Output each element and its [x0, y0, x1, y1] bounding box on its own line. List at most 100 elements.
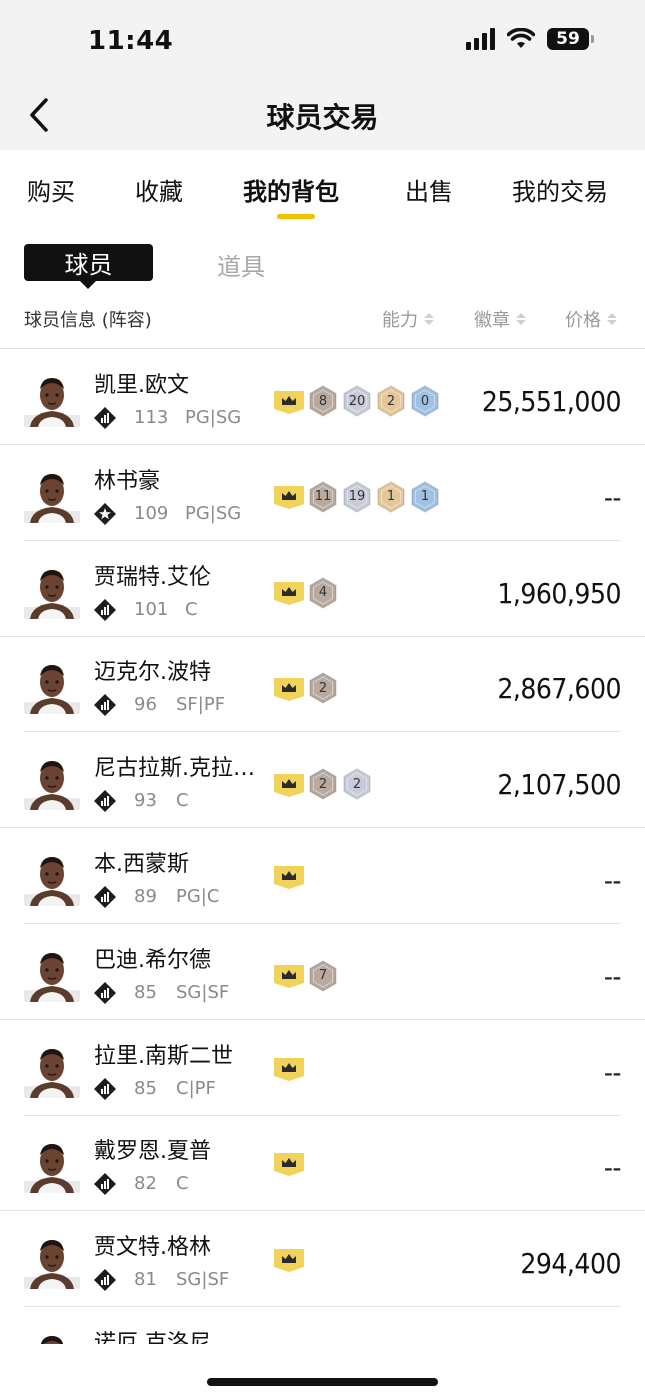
player-price: 2,107,500: [497, 768, 621, 802]
home-indicator[interactable]: [207, 1378, 438, 1386]
tab-my-backpack[interactable]: 我的背包: [243, 172, 339, 207]
player-name: 巴迪.希尔德: [94, 947, 211, 973]
sort-icon: [607, 313, 617, 325]
player-row[interactable]: 迈克尔.波特 96 SF|PF 2 2,867,600: [0, 636, 645, 733]
badge-count-silver: 2: [342, 768, 372, 801]
diamond-icon: [94, 407, 116, 429]
player-price: --: [603, 1151, 622, 1185]
badge-group: 4: [274, 576, 338, 609]
badge-group: 8 20 2 0: [274, 385, 440, 417]
badge-group: 2: [274, 672, 338, 705]
badge-count-value: 4: [318, 585, 328, 601]
badge-group: 7: [274, 959, 338, 992]
player-name: 本.西蒙斯: [94, 852, 189, 877]
crown-icon: [274, 1151, 304, 1177]
badge-count-value: 2: [386, 393, 396, 409]
sort-icon: [424, 313, 434, 325]
tab-my-trades[interactable]: 我的交易: [512, 172, 608, 207]
player-avatar: [24, 467, 80, 523]
sort-icon: [516, 313, 526, 325]
column-price-sort[interactable]: 价格: [565, 306, 617, 332]
player-rating: 93: [134, 790, 157, 812]
badge-count-hof: 1: [410, 480, 440, 513]
player-rating: 109: [134, 502, 169, 524]
badge-count-value: 2: [352, 776, 362, 792]
page-title: 球员交易: [266, 101, 379, 134]
badge-group: [274, 1056, 304, 1081]
badge-count-hof: 0: [410, 385, 440, 417]
wifi-icon: [507, 28, 535, 48]
player-price: 2,867,600: [497, 672, 621, 706]
player-price: 1,960,950: [497, 576, 621, 610]
player-row[interactable]: 巴迪.希尔德 85 SG|SF 7 --: [0, 924, 645, 1020]
badge-group: 22: [274, 768, 372, 801]
player-row[interactable]: 尼古拉斯.克拉… 93 C 2 2 2,107,500: [0, 732, 645, 829]
diamond-icon: [94, 1269, 116, 1292]
diamond-icon: [94, 886, 116, 908]
tab-sell[interactable]: 出售: [405, 172, 453, 207]
badge-count-value: 0: [420, 393, 430, 409]
tab-bar: 购买 收藏 我的背包 出售 我的交易: [0, 150, 645, 220]
player-row[interactable]: 本.西蒙斯 89 PG|C --: [0, 828, 645, 924]
crown-icon: [274, 484, 304, 510]
player-rating: 81: [134, 1269, 157, 1291]
badge-count-value: 19: [348, 489, 366, 505]
badge-count-value: 7: [318, 968, 328, 984]
diamond-icon: [94, 598, 116, 621]
badge-count-bronze: 4: [308, 576, 338, 609]
player-avatar: [24, 850, 80, 906]
tab-favorites[interactable]: 收藏: [135, 172, 183, 207]
badge-count-silver: 20: [342, 385, 372, 417]
player-position: PG|SG: [185, 502, 242, 524]
player-rating: 101: [134, 598, 169, 620]
player-avatar: [24, 371, 80, 427]
bottom-area: [0, 1344, 645, 1398]
crown-icon: [274, 864, 304, 889]
top-bar: 11:44 59 球员交易: [0, 0, 645, 150]
crown-icon: [274, 580, 304, 606]
player-avatar: [24, 754, 80, 811]
player-row[interactable]: 贾瑞特.艾伦 101 C 4 1,960,950: [0, 541, 645, 637]
badge-count-value: 1: [386, 489, 396, 505]
player-name: 尼古拉斯.克拉…: [94, 756, 255, 782]
column-badge-sort[interactable]: 徽章: [474, 306, 526, 332]
player-row[interactable]: 戴罗恩.夏普 82 C --: [0, 1115, 645, 1212]
badge-count-value: 2: [318, 776, 328, 792]
column-ability-sort[interactable]: 能力: [382, 306, 434, 332]
player-row[interactable]: 凯里.欧文 113 PG|SG 8 20 2 0 25,551,000: [0, 349, 645, 445]
player-name: 凯里.欧文: [94, 373, 189, 398]
player-position: C: [176, 1173, 189, 1195]
player-position: SF|PF: [176, 694, 226, 716]
player-position: SG|SF: [176, 1269, 230, 1291]
player-rating: 85: [134, 981, 157, 1003]
badge-count-bronze: 7: [308, 959, 338, 992]
player-price: 294,400: [520, 1247, 621, 1281]
active-tab-indicator: [277, 214, 315, 219]
badge-group: 11 19 1 1: [274, 480, 440, 513]
badge-count-bronze: 2: [308, 768, 338, 801]
tab-buy[interactable]: 购买: [27, 172, 75, 207]
diamond-icon: [94, 981, 116, 1004]
player-avatar: [24, 658, 80, 715]
crown-icon: [274, 963, 304, 989]
player-avatar: [24, 563, 80, 619]
badge-count-value: 2: [318, 680, 328, 696]
crown-icon: [274, 1247, 304, 1273]
player-price: --: [603, 1055, 622, 1089]
player-price: --: [603, 480, 622, 514]
badge-group: [274, 1247, 304, 1273]
badge-count-bronze: 11: [308, 480, 338, 513]
player-rating: 113: [134, 407, 169, 428]
status-icons: 59: [466, 28, 594, 50]
segment-items[interactable]: 道具: [217, 247, 265, 282]
player-row[interactable]: 拉里.南斯二世 85 C|PF --: [0, 1020, 645, 1116]
player-name: 拉里.南斯二世: [94, 1043, 233, 1069]
crown-icon: [274, 389, 304, 414]
diamond-icon: [94, 790, 116, 813]
player-row[interactable]: 贾文特.格林 81 SG|SF 294,400: [0, 1211, 645, 1308]
player-position: C: [176, 790, 189, 812]
badge-count-value: 1: [420, 489, 430, 505]
player-row[interactable]: 林书豪 109 PG|SG 11 19 1 1 --: [0, 445, 645, 541]
segment-players[interactable]: 球员: [24, 244, 153, 289]
player-rating: 82: [134, 1173, 157, 1195]
